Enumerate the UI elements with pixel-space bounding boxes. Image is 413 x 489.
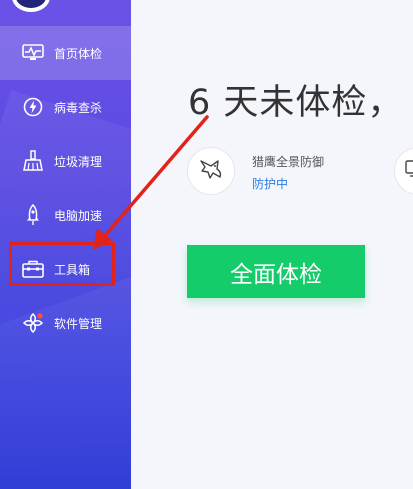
protection-title: 猎鹰全景防御 [252, 155, 325, 169]
sidebar-item-virus-scan[interactable]: 病毒查杀 [0, 80, 131, 134]
app-logo [12, 0, 50, 12]
sidebar-item-label: 垃圾清理 [54, 154, 103, 169]
protection-badge[interactable] [187, 147, 235, 195]
page-title: 6 天未体检， [188, 83, 404, 123]
sidebar-item-label: 软件管理 [54, 316, 103, 331]
sidebar-item-toolbox[interactable]: 工具箱 [0, 242, 131, 296]
toolbox-icon [22, 258, 44, 280]
monitor-heartbeat-icon [22, 42, 44, 64]
secondary-protection-badge[interactable] [394, 147, 413, 195]
sidebar-item-checkup[interactable]: 首页体检 [0, 26, 131, 80]
full-checkup-button[interactable]: 全面体检 [187, 245, 365, 298]
sidebar: 首页体检 病毒查杀 垃圾清理 电脑加速 工具箱 软件管理 [0, 0, 131, 489]
sidebar-item-label: 工具箱 [54, 262, 91, 277]
main-panel: 6 天未体检， 猎鹰全景防御 防护中 全面体检 [131, 0, 413, 489]
apps-icon [22, 312, 44, 334]
falcon-icon [198, 157, 224, 185]
protection-status[interactable]: 防护中 [252, 175, 288, 192]
app-window: 首页体检 病毒查杀 垃圾清理 电脑加速 工具箱 软件管理 6 天未体检， 猎鹰全… [0, 0, 413, 489]
sidebar-item-speedup[interactable]: 电脑加速 [0, 188, 131, 242]
sidebar-nav: 首页体检 病毒查杀 垃圾清理 电脑加速 工具箱 软件管理 [0, 26, 131, 350]
sidebar-item-cleanup[interactable]: 垃圾清理 [0, 134, 131, 188]
monitor-icon [405, 160, 413, 182]
sidebar-item-label: 电脑加速 [54, 208, 103, 223]
sidebar-item-label: 首页体检 [54, 46, 103, 61]
rocket-icon [22, 204, 44, 226]
broom-icon [22, 150, 44, 172]
lightning-shield-icon [22, 96, 44, 118]
sidebar-item-software[interactable]: 软件管理 [0, 296, 131, 350]
sidebar-item-label: 病毒查杀 [54, 100, 103, 115]
